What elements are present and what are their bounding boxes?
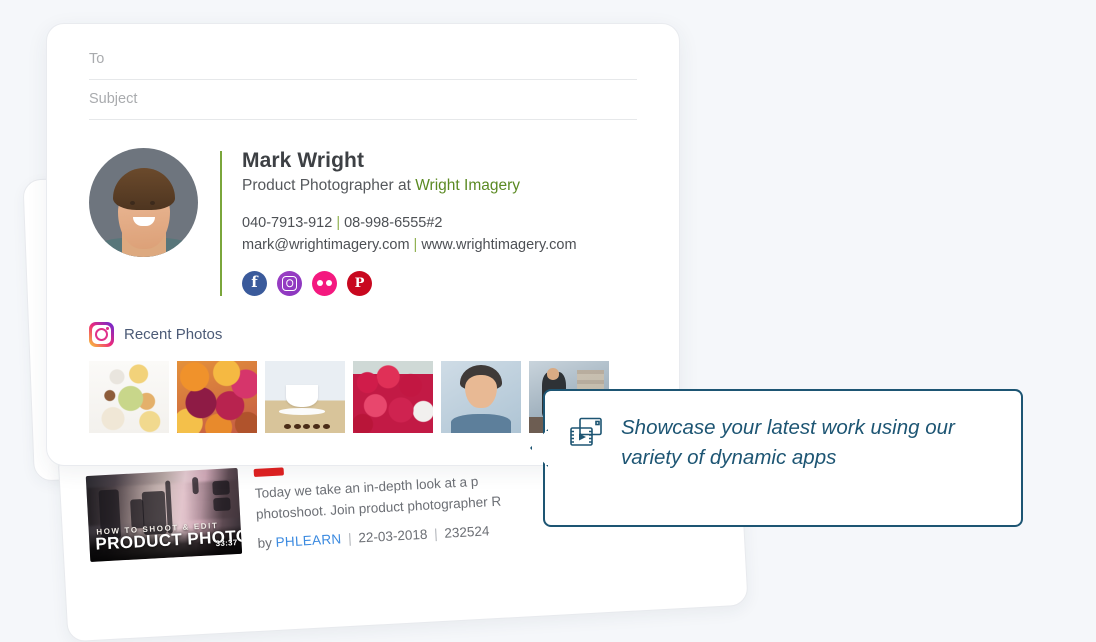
photo-thumbnail[interactable] (177, 360, 257, 433)
signature-accent-bar (220, 151, 222, 296)
facebook-glyph: f (251, 273, 258, 292)
photo-thumbnail[interactable] (265, 360, 345, 433)
pinterest-glyph: P (354, 275, 365, 291)
youtube-logo-icon (253, 467, 284, 477)
instagram-icon[interactable] (277, 270, 302, 296)
signature-role: Product Photographer at Wright Imagery (242, 177, 577, 195)
signature-social-links: f P (242, 270, 577, 296)
signature-email[interactable]: mark@wrightimagery.com (242, 237, 410, 253)
signature-phone-secondary: 08-998-6555#2 (344, 215, 443, 231)
instagram-glyph (92, 324, 111, 344)
signature-company-link[interactable]: Wright Imagery (415, 177, 520, 194)
video-by-label: by (257, 534, 273, 551)
video-duration-badge: 33:37 (215, 537, 238, 549)
photo-thumbnail[interactable] (89, 360, 169, 433)
signature-phone-primary: 040-7913-912 (242, 215, 333, 231)
photo-thumbnail[interactable] (353, 360, 433, 433)
video-channel-link[interactable]: PHLEARN (275, 531, 342, 550)
instagram-icon (89, 321, 114, 347)
video-thumbnail[interactable]: HOW TO SHOOT & EDIT PRODUCT PHOTOS 33:37 (85, 467, 243, 562)
callout-line-1: Showcase your latest work using (621, 416, 920, 439)
feature-callout: Showcase your latest work using our vari… (530, 389, 1023, 527)
callout-tail-fill (545, 431, 551, 461)
email-signature: Mark Wright Product Photographer at Wrig… (47, 120, 679, 296)
flickr-icon[interactable] (312, 270, 337, 296)
meta-separator: | (433, 525, 439, 542)
to-field-placeholder: To (89, 51, 105, 67)
signature-website[interactable]: www.wrightimagery.com (421, 237, 576, 253)
photo-thumbnail[interactable] (441, 360, 521, 433)
video-prop (213, 497, 231, 512)
video-app-icon (569, 417, 603, 452)
subject-field-row[interactable]: Subject (89, 80, 637, 120)
signature-role-prefix: Product Photographer at (242, 177, 416, 194)
signature-body: Mark Wright Product Photographer at Wrig… (242, 148, 577, 296)
callout-text: Showcase your latest work using our vari… (621, 413, 1001, 474)
recent-photos-header: Recent Photos (47, 321, 679, 347)
pinterest-icon[interactable]: P (347, 270, 372, 296)
compose-fields: To Subject (47, 24, 679, 120)
avatar (89, 148, 198, 257)
signature-separator: | (413, 237, 418, 254)
signature-name: Mark Wright (242, 149, 365, 172)
video-prop (192, 476, 200, 495)
signature-phone-line: 040-7913-912 | 08-998-6555#2 (242, 212, 577, 234)
signature-contact: 040-7913-912 | 08-998-6555#2 mark@wrightim… (242, 212, 577, 257)
facebook-icon[interactable]: f (242, 270, 267, 296)
signature-web-line: mark@wrightimagery.com | www.wrightimagery… (242, 234, 577, 256)
recent-photos-label: Recent Photos (124, 325, 223, 343)
signature-separator: | (336, 215, 341, 231)
subject-field-placeholder: Subject (89, 91, 138, 107)
instagram-glyph (282, 275, 297, 291)
avatar-hair (112, 167, 175, 210)
meta-separator: | (347, 530, 353, 546)
flickr-glyph (317, 280, 332, 287)
video-date: 22-03-2018 (358, 526, 428, 546)
video-prop (212, 480, 230, 496)
screenshot-stage: HOW TO SHOOT & EDIT PRODUCT PHOTOS 33:37… (0, 0, 1096, 642)
to-field-row[interactable]: To (89, 40, 637, 80)
video-view-count: 232524 (443, 523, 490, 541)
